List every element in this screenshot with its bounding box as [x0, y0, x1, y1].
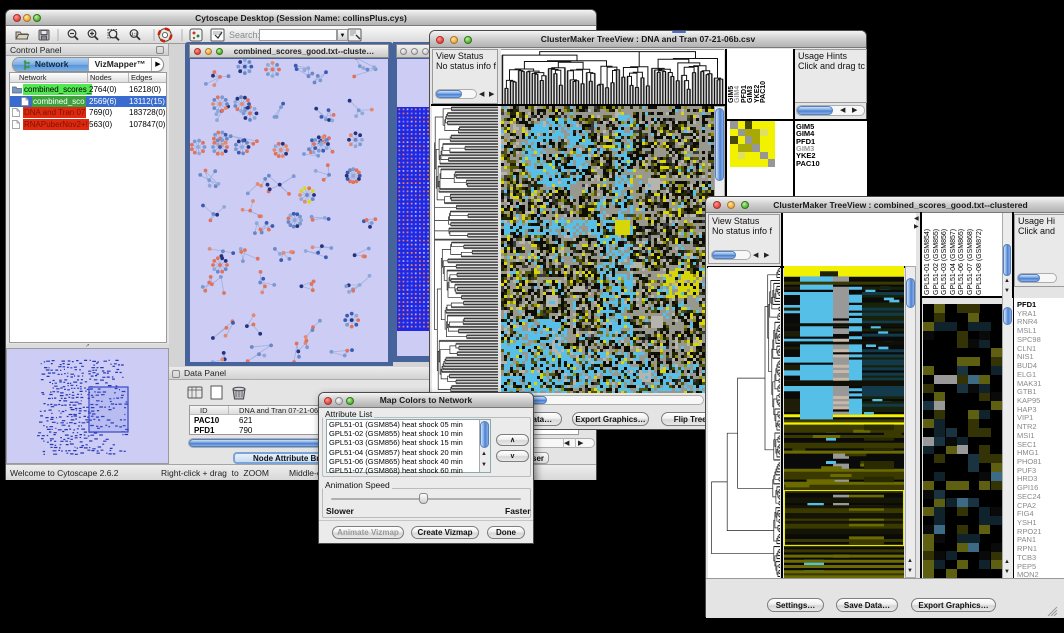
svg-text:1:1: 1:1 — [131, 32, 138, 37]
